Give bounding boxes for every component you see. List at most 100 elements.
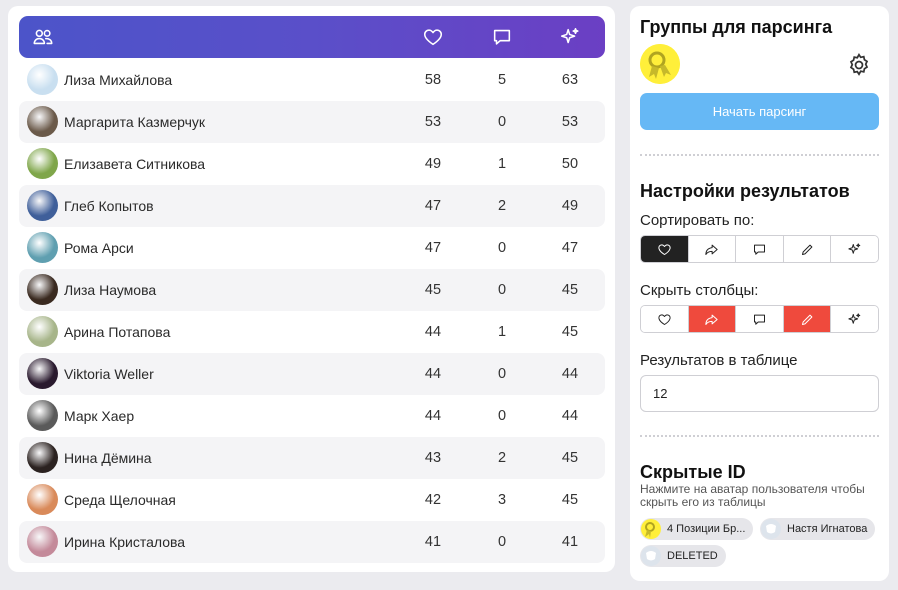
likes-count: 43 [424, 450, 442, 466]
avatar[interactable] [27, 148, 58, 179]
group-avatar[interactable] [640, 44, 680, 84]
likes-count: 44 [424, 366, 442, 382]
heart-icon[interactable] [413, 16, 453, 58]
likes-count: 45 [424, 282, 442, 298]
user-name[interactable]: Рома Арси [64, 240, 134, 256]
hide-columns-label: Скрыть столбцы: [640, 282, 759, 299]
total-count: 44 [561, 366, 579, 382]
table-header [19, 16, 605, 58]
total-count: 49 [561, 198, 579, 214]
avatar[interactable] [27, 526, 58, 557]
heart-icon [658, 313, 671, 325]
user-name[interactable]: Лиза Михайлова [64, 72, 172, 88]
comments-count: 2 [497, 450, 507, 466]
sort-by-total-button[interactable] [831, 236, 878, 262]
sort-by-reposts-button[interactable] [688, 236, 737, 262]
hide-columns-control [640, 305, 879, 333]
user-name[interactable]: Лиза Наумова [64, 282, 156, 298]
avatar[interactable] [27, 274, 58, 305]
total-count: 45 [561, 324, 579, 340]
hide-likes-button[interactable] [641, 306, 689, 332]
comments-count: 1 [497, 156, 507, 172]
hidden-chip[interactable]: Настя Игнатова [760, 518, 876, 540]
sort-by-likes-button[interactable] [641, 236, 689, 262]
divider [640, 435, 879, 437]
results-count-input[interactable] [640, 375, 879, 412]
user-name[interactable]: Нина Дёмина [64, 450, 152, 466]
hide-posts-button[interactable] [783, 306, 832, 332]
users-icon[interactable] [23, 16, 63, 58]
likes-count: 47 [424, 198, 442, 214]
groups-title: Группы для парсинга [640, 17, 833, 37]
comment-icon [753, 244, 765, 255]
sort-segmented-control [640, 235, 879, 263]
sparkle-icon [848, 242, 861, 254]
sort-by-posts-button[interactable] [783, 236, 832, 262]
total-count: 53 [561, 114, 579, 130]
hide-comments-button[interactable] [736, 306, 784, 332]
total-count: 44 [561, 408, 579, 424]
results-count-label: Результатов в таблице [640, 352, 798, 369]
avatar[interactable] [27, 400, 58, 431]
hide-total-button[interactable] [831, 306, 878, 332]
user-name[interactable]: Ирина Кристалова [64, 534, 185, 550]
avatar[interactable] [27, 442, 58, 473]
avatar[interactable] [27, 106, 58, 137]
likes-count: 41 [424, 534, 442, 550]
avatar[interactable] [27, 232, 58, 263]
likes-count: 42 [424, 492, 442, 508]
pencil-icon [801, 314, 812, 325]
avatar[interactable] [27, 190, 58, 221]
comments-count: 2 [497, 198, 507, 214]
avatar[interactable] [27, 316, 58, 347]
sort-label: Сортировать по: [640, 212, 755, 229]
table-row: Елизавета Ситникова 49 1 50 [19, 143, 605, 185]
divider [640, 154, 879, 156]
sparkle-icon [848, 312, 861, 324]
chip-label: Настя Игнатова [787, 523, 868, 535]
user-name[interactable]: Глеб Копытов [64, 198, 154, 214]
likes-count: 53 [424, 114, 442, 130]
hide-reposts-button[interactable] [688, 306, 737, 332]
results-settings-title: Настройки результатов [640, 181, 850, 201]
user-name[interactable]: Среда Щелочная [64, 492, 176, 508]
comments-count: 0 [497, 408, 507, 424]
sparkle-icon[interactable] [550, 16, 590, 58]
comment-icon [753, 314, 765, 325]
comments-count: 5 [497, 72, 507, 88]
table-row: Рома Арси 47 0 47 [19, 227, 605, 269]
total-count: 50 [561, 156, 579, 172]
table-row: Глеб Копытов 47 2 49 [19, 185, 605, 227]
table-row: Лиза Наумова 45 0 45 [19, 269, 605, 311]
comment-icon[interactable] [482, 16, 522, 58]
comments-count: 3 [497, 492, 507, 508]
comments-count: 0 [497, 240, 507, 256]
hidden-chip[interactable]: 4 Позиции Бр... [640, 518, 754, 540]
chip-label: 4 Позиции Бр... [667, 523, 746, 535]
total-count: 45 [561, 282, 579, 298]
start-parsing-button[interactable]: Начать парсинг [640, 93, 879, 130]
hidden-chip[interactable]: DELETED [640, 545, 726, 567]
total-count: 45 [561, 492, 579, 508]
gear-icon[interactable] [846, 52, 872, 78]
user-name[interactable]: Viktoria Weller [64, 366, 154, 382]
user-name[interactable]: Маргарита Казмерчук [64, 114, 205, 130]
hidden-ids-title: Скрытые ID [640, 462, 746, 482]
likes-count: 44 [424, 324, 442, 340]
user-name[interactable]: Елизавета Ситникова [64, 156, 205, 172]
avatar[interactable] [27, 484, 58, 515]
pencil-icon [801, 244, 812, 255]
likes-count: 44 [424, 408, 442, 424]
comments-count: 1 [497, 324, 507, 340]
hidden-ids-hint: Нажмите на аватар пользователя чтобы скр… [640, 482, 865, 509]
likes-count: 58 [424, 72, 442, 88]
comments-count: 0 [497, 366, 507, 382]
user-name[interactable]: Арина Потапова [64, 324, 170, 340]
user-name[interactable]: Марк Хаер [64, 408, 134, 424]
sort-by-comments-button[interactable] [736, 236, 784, 262]
table-row: Маргарита Казмерчук 53 0 53 [19, 101, 605, 143]
avatar[interactable] [27, 358, 58, 389]
share-icon [705, 244, 719, 255]
avatar[interactable] [27, 64, 58, 95]
heart-icon [658, 243, 671, 255]
